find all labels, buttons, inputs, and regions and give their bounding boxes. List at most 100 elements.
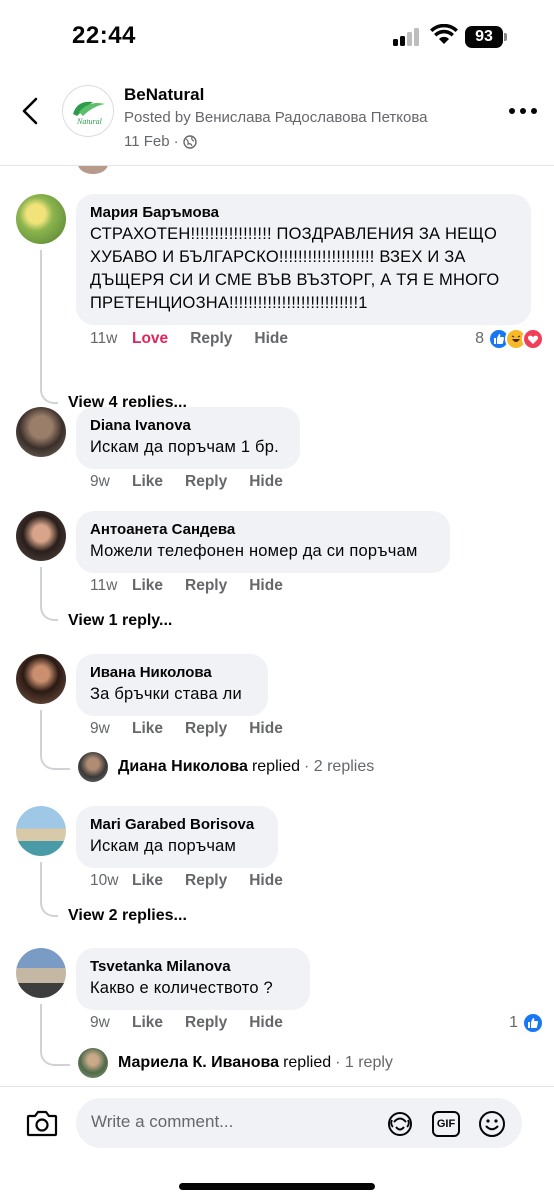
like-button[interactable]: Like	[132, 473, 163, 491]
like-button[interactable]: Like	[132, 1014, 163, 1032]
reply-preview[interactable]: Мариела К. Иванова replied · 1 reply	[78, 1048, 393, 1078]
comment-bubble[interactable]: Diana Ivanova Искам да поръчам 1 бр.	[76, 407, 300, 469]
page-avatar[interactable]: Natural	[62, 85, 114, 137]
avatar[interactable]	[16, 948, 66, 998]
hide-button[interactable]: Hide	[254, 330, 288, 348]
hide-button[interactable]: Hide	[249, 577, 283, 595]
cellular-signal-icon	[393, 28, 423, 46]
view-replies-link[interactable]: View 1 reply...	[68, 612, 172, 630]
comment-actions: 9w Like Reply Hide	[90, 473, 305, 491]
comment-actions: 10w Like Reply Hide	[90, 872, 305, 890]
like-button[interactable]: Like	[132, 872, 163, 890]
reply-preview[interactable]: Диана Николова replied · 2 replies	[78, 752, 374, 782]
comment-author[interactable]: Mari Garabed Borisova	[90, 816, 264, 833]
comment-time[interactable]: 10w	[90, 872, 132, 890]
reply-button[interactable]: Reply	[185, 473, 227, 491]
reply-button[interactable]: Reply	[185, 872, 227, 890]
battery-tip	[504, 33, 507, 41]
reply-avatar	[78, 752, 108, 782]
reply-button[interactable]: Reply	[190, 330, 232, 348]
comment-author[interactable]: Tsvetanka Milanova	[90, 958, 296, 975]
comment-author[interactable]: Diana Ivanova	[90, 417, 286, 434]
avatar[interactable]	[16, 654, 66, 704]
comment-author[interactable]: Мария Баръмова	[90, 204, 517, 221]
love-button[interactable]: Love	[132, 330, 168, 348]
more-icon[interactable]	[508, 106, 538, 116]
camera-icon[interactable]	[26, 1109, 58, 1137]
reply-verb: replied	[251, 758, 300, 775]
comment-input[interactable]: Write a comment... GIF	[76, 1098, 522, 1148]
reaction-summary[interactable]: 1	[509, 1012, 544, 1034]
status-time: 22:44	[72, 22, 136, 49]
comment-bubble[interactable]: Ивана Николова За бръчки става ли	[76, 654, 268, 716]
benatural-logo-icon: Natural	[73, 101, 105, 126]
hide-button[interactable]: Hide	[249, 1014, 283, 1032]
hide-button[interactable]: Hide	[249, 473, 283, 491]
comment-bubble[interactable]: Mari Garabed Borisova Искам да поръчам	[76, 806, 278, 868]
date-separator: ·	[173, 133, 179, 150]
home-indicator	[179, 1183, 375, 1190]
thread-line	[40, 1004, 70, 1066]
reply-author[interactable]: Мариела К. Иванова	[118, 1054, 279, 1072]
gif-icon[interactable]: GIF	[432, 1111, 460, 1137]
page-name[interactable]: BeNatural	[124, 85, 204, 105]
like-button[interactable]: Like	[132, 577, 163, 595]
globe-icon	[182, 134, 197, 149]
hide-button[interactable]: Hide	[249, 720, 283, 738]
comments-list[interactable]: Мария Баръмова СТРАХОТЕН!!!!!!!!!!!!!!!!…	[0, 166, 554, 1086]
comment-text: Какво е количеството ?	[90, 979, 273, 997]
hide-button[interactable]: Hide	[249, 872, 283, 890]
avatar[interactable]	[16, 407, 66, 457]
post-date: 11 Feb ·	[124, 133, 197, 150]
reply-count: · 2 replies	[303, 758, 375, 775]
posted-by[interactable]: Posted by Венислава Радославова Петкова	[124, 109, 428, 126]
comment-bubble[interactable]: Мария Баръмова СТРАХОТЕН!!!!!!!!!!!!!!!!…	[76, 194, 531, 325]
thread-line	[40, 250, 58, 404]
reply-count: · 1 reply	[335, 1054, 393, 1071]
comment-actions: 9w Like Reply Hide	[90, 720, 305, 738]
comment-text: СТРАХОТЕН!!!!!!!!!!!!!!!!! ПОЗДРАВЛЕНИЯ …	[90, 225, 500, 312]
comment-time[interactable]: 9w	[90, 1014, 132, 1032]
reply-verb: replied	[283, 1054, 332, 1071]
reply-avatar	[78, 1048, 108, 1078]
comment-actions: 9w Like Reply Hide	[90, 1014, 305, 1032]
comment-time[interactable]: 9w	[90, 473, 132, 491]
reaction-count: 8	[475, 330, 484, 347]
thread-line	[40, 862, 58, 917]
post-date-text: 11 Feb	[124, 133, 170, 150]
comment-text: Искам да поръчам	[90, 837, 237, 855]
comment-time[interactable]: 11w	[90, 577, 132, 595]
comment-author[interactable]: Антоанета Сандева	[90, 521, 436, 538]
reply-button[interactable]: Reply	[185, 720, 227, 738]
avatar[interactable]	[16, 194, 66, 244]
wifi-icon	[430, 24, 458, 44]
reaction-summary[interactable]: 8	[475, 328, 544, 350]
thread-line	[40, 567, 58, 621]
comment-composer: Write a comment... GIF	[0, 1086, 554, 1160]
comment-time[interactable]: 11w	[90, 330, 132, 348]
reply-button[interactable]: Reply	[185, 1014, 227, 1032]
emoji-icon[interactable]	[478, 1110, 506, 1138]
avatar[interactable]	[16, 511, 66, 561]
reply-author[interactable]: Диана Николова	[118, 758, 248, 776]
reply-button[interactable]: Reply	[185, 577, 227, 595]
status-bar: 22:44 93	[0, 0, 554, 76]
post-header: Natural BeNatural Posted by Венислава Ра…	[0, 76, 554, 166]
comment-author[interactable]: Ивана Николова	[90, 664, 254, 681]
reaction-count: 1	[509, 1014, 518, 1031]
back-icon[interactable]	[18, 96, 44, 126]
battery-indicator: 93	[465, 26, 503, 48]
comment-bubble[interactable]: Антоанета Сандева Можели телефонен номер…	[76, 511, 450, 573]
love-reaction-icon	[522, 328, 544, 350]
view-replies-link[interactable]: View 2 replies...	[68, 907, 187, 925]
comment-text: Можели телефонен номер да си поръчам	[90, 542, 418, 560]
avatar-sticker-icon[interactable]	[386, 1110, 414, 1138]
thread-line	[40, 710, 70, 770]
comment-placeholder: Write a comment...	[91, 1112, 234, 1131]
comment-time[interactable]: 9w	[90, 720, 132, 738]
like-button[interactable]: Like	[132, 720, 163, 738]
previous-comment-avatar	[78, 166, 108, 174]
avatar[interactable]	[16, 806, 66, 856]
comment-bubble[interactable]: Tsvetanka Milanova Какво е количеството …	[76, 948, 310, 1010]
comment-actions: 11w Love Reply Hide	[90, 330, 310, 348]
